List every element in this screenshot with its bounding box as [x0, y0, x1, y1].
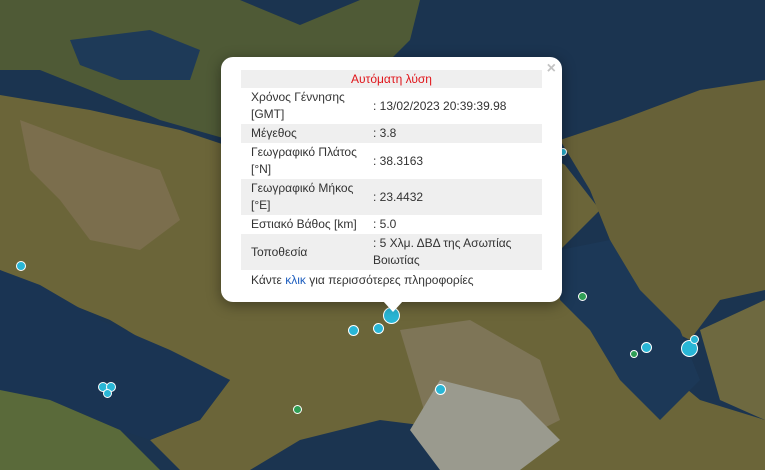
- earthquake-marker[interactable]: [373, 323, 384, 334]
- earthquake-marker[interactable]: [293, 405, 302, 414]
- earthquake-marker[interactable]: [103, 389, 112, 398]
- magnitude-label: Μέγεθος: [241, 124, 369, 143]
- origin-time-value: : 13/02/2023 20:39:39.98: [373, 98, 507, 113]
- footer-text-after: για περισσότερες πληροφορίες: [309, 273, 474, 287]
- earthquake-marker[interactable]: [16, 261, 26, 271]
- latitude-value: : 38.3163: [373, 153, 424, 168]
- earthquake-info-popup: × Αυτόματη λύση Χρόνος Γέννησης [GMT] : …: [221, 57, 562, 302]
- earthquake-details-table: Χρόνος Γέννησης [GMT] : 13/02/2023 20:39…: [241, 88, 542, 270]
- table-row: Μέγεθος : 3.8: [241, 124, 542, 143]
- map-view[interactable]: × Αυτόματη λύση Χρόνος Γέννησης [GMT] : …: [0, 0, 765, 470]
- table-row: Γεωγραφικό Πλάτος [°N] : 38.3163: [241, 143, 542, 179]
- popup-title: Αυτόματη λύση: [241, 70, 542, 88]
- location-label: Τοποθεσία: [241, 234, 369, 270]
- origin-time-label: Χρόνος Γέννησης [GMT]: [251, 90, 345, 121]
- table-row: Τοποθεσία : 5 Χλμ. ΔΒΔ της Ασωπίας Βοιωτ…: [241, 234, 542, 270]
- footer-text-before: Κάντε: [251, 273, 282, 287]
- table-row: Εστιακό Βάθος [km] : 5.0: [241, 215, 542, 234]
- more-info-link[interactable]: κλικ: [285, 273, 306, 287]
- popup-pointer: [383, 301, 403, 312]
- latitude-label: Γεωγραφικό Πλάτος [°N]: [251, 145, 357, 176]
- location-value: : 5 Χλμ. ΔΒΔ της Ασωπίας Βοιωτίας: [369, 234, 542, 270]
- earthquake-marker[interactable]: [630, 350, 638, 358]
- table-row: Γεωγραφικό Μήκος [°E] : 23.4432: [241, 179, 542, 215]
- longitude-label: Γεωγραφικό Μήκος [°E]: [241, 179, 369, 215]
- earthquake-marker[interactable]: [435, 384, 446, 395]
- earthquake-marker[interactable]: [578, 292, 587, 301]
- depth-value: : 5.0: [373, 217, 397, 231]
- earthquake-marker[interactable]: [690, 335, 699, 344]
- depth-label: Εστιακό Βάθος [km]: [251, 217, 357, 231]
- more-info-footer: Κάντε κλικ για περισσότερες πληροφορίες: [241, 273, 542, 287]
- earthquake-marker[interactable]: [641, 342, 652, 353]
- close-icon[interactable]: ×: [547, 61, 556, 77]
- magnitude-value: : 3.8: [369, 124, 542, 143]
- longitude-value: : 23.4432: [369, 179, 542, 215]
- earthquake-marker[interactable]: [348, 325, 359, 336]
- table-row: Χρόνος Γέννησης [GMT] : 13/02/2023 20:39…: [241, 88, 542, 124]
